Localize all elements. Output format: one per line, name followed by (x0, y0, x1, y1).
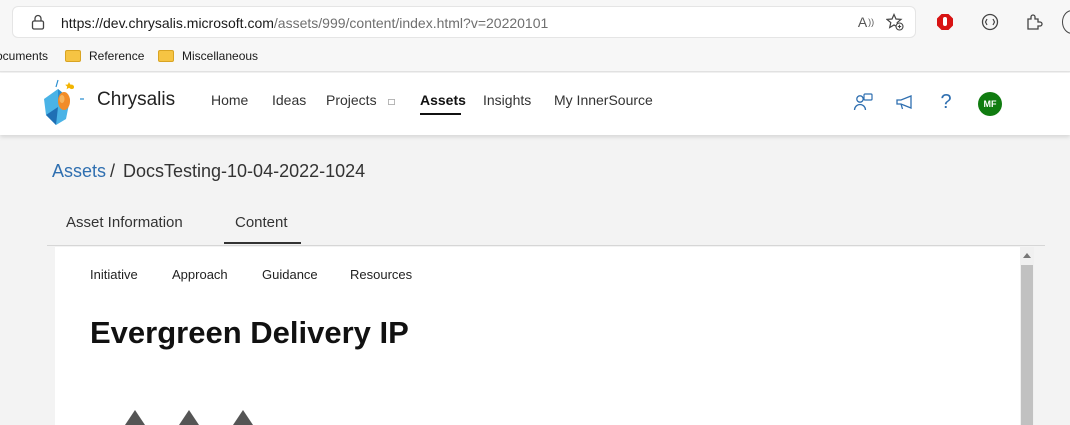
brand-name[interactable]: Chrysalis (97, 89, 175, 111)
folder-icon (65, 50, 81, 62)
lock-icon[interactable] (31, 14, 45, 30)
subtab-initiative[interactable]: Initiative (90, 267, 138, 282)
content-panel: Initiative Approach Guidance Resources E… (55, 247, 1020, 425)
triangle-icon (233, 410, 253, 425)
nav-assets[interactable]: Assets (420, 92, 466, 108)
help-icon[interactable]: ? (935, 91, 957, 113)
bookmark-label: Miscellaneous (182, 49, 259, 63)
nav-home[interactable]: Home (211, 92, 248, 108)
nav-projects[interactable]: Projects □ (326, 92, 395, 108)
breadcrumb-current: DocsTesting-10-04-2022-1024 (123, 161, 366, 181)
bookmark-reference[interactable]: Reference (65, 49, 144, 63)
chevron-down-icon: □ (388, 97, 395, 108)
nav-insights[interactable]: Insights (483, 92, 531, 108)
triangle-icon (179, 410, 199, 425)
feedback-icon[interactable] (852, 91, 874, 113)
page-title: Evergreen Delivery IP (90, 315, 409, 350)
tab-active-indicator (224, 242, 301, 244)
tab-asset-information[interactable]: Asset Information (66, 214, 183, 231)
tab-content[interactable]: Content (235, 214, 288, 231)
subtab-guidance[interactable]: Guidance (262, 267, 318, 282)
subtab-resources[interactable]: Resources (350, 267, 412, 282)
breadcrumb-separator: / (110, 161, 116, 181)
tab-divider (47, 245, 1045, 246)
read-aloud-glyph: A (857, 14, 868, 30)
bookmark-label: ocuments (0, 49, 49, 63)
nav-ideas[interactable]: Ideas (272, 92, 306, 108)
profile-icon[interactable] (1062, 10, 1070, 34)
triangle-icon (125, 410, 145, 425)
nav-active-indicator (420, 113, 461, 115)
url-path: /assets/999/content/index.html?v=2022010… (273, 15, 549, 31)
url-text[interactable]: https://dev.chrysalis.microsoft.com/asse… (61, 15, 548, 31)
folder-icon (158, 50, 174, 62)
app-header: Chrysalis Home Ideas Projects □ Assets I… (0, 73, 1070, 135)
url-host: https://dev.chrysalis.microsoft.com (61, 15, 274, 31)
chrysalis-logo[interactable] (36, 77, 86, 129)
breadcrumb-assets-link[interactable]: Assets (52, 161, 106, 182)
bookmark-documents[interactable]: ocuments (0, 49, 48, 63)
nav-projects-label: Projects (326, 92, 377, 108)
nav-my-innersource[interactable]: My InnerSource (554, 92, 653, 108)
bookmarks-bar: ocuments Reference Miscellaneous (0, 44, 1070, 72)
add-favorite-icon[interactable] (885, 12, 905, 32)
scroll-up-icon[interactable] (1020, 249, 1034, 261)
extension-icon[interactable] (980, 12, 1000, 32)
read-aloud-icon[interactable]: A)) (856, 12, 876, 32)
browser-toolbar: https://dev.chrysalis.microsoft.com/asse… (0, 0, 1070, 44)
scrollbar-thumb[interactable] (1021, 265, 1033, 425)
adblock-icon[interactable] (935, 12, 955, 32)
bookmark-miscellaneous[interactable]: Miscellaneous (158, 49, 258, 63)
avatar[interactable]: MF (978, 92, 1002, 116)
puzzle-icon[interactable] (1024, 12, 1044, 32)
subtab-approach[interactable]: Approach (172, 267, 228, 282)
address-bar[interactable]: https://dev.chrysalis.microsoft.com/asse… (12, 6, 916, 38)
bookmark-label: Reference (89, 49, 145, 63)
announcement-icon[interactable] (894, 91, 916, 113)
